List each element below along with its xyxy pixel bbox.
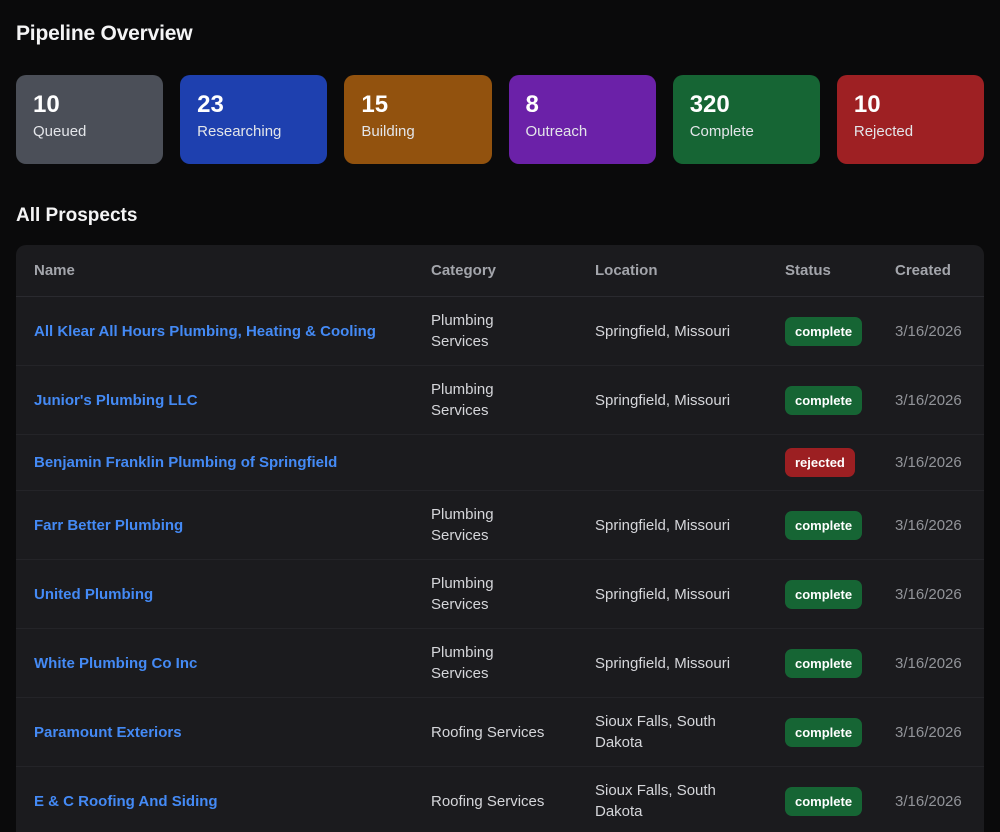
prospect-category: Plumbing Services — [431, 310, 547, 352]
status-badge: rejected — [785, 448, 855, 477]
prospect-created: 3/16/2026 — [895, 653, 966, 674]
stat-value: 15 — [361, 90, 474, 119]
prospect-location: Springfield, Missouri — [595, 321, 745, 342]
status-badge: complete — [785, 787, 862, 816]
prospect-status-cell: complete — [785, 317, 895, 346]
prospect-name-cell: White Plumbing Co Inc — [34, 653, 431, 674]
prospect-created: 3/16/2026 — [895, 791, 966, 812]
prospect-location: Springfield, Missouri — [595, 653, 745, 674]
stat-label: Outreach — [526, 123, 639, 140]
status-badge: complete — [785, 317, 862, 346]
stats-row: 10 Queued 23 Researching 15 Building 8 Outreach… — [16, 75, 984, 164]
prospect-created: 3/16/2026 — [895, 584, 966, 605]
prospect-name-cell: Benjamin Franklin Plumbing of Springfiel… — [34, 452, 431, 473]
prospect-status-cell: complete — [785, 718, 895, 747]
table-row: Farr Better Plumbing Plumbing Services Spr… — [16, 491, 984, 560]
stat-value: 8 — [526, 90, 639, 119]
prospect-created: 3/16/2026 — [895, 321, 966, 342]
prospect-category: Plumbing Services — [431, 504, 547, 546]
prospect-status-cell: complete — [785, 649, 895, 678]
prospect-created: 3/16/2026 — [895, 390, 966, 411]
status-badge: complete — [785, 511, 862, 540]
prospect-category: Roofing Services — [431, 791, 547, 812]
prospect-link[interactable]: E & C Roofing And Siding — [34, 793, 218, 810]
prospect-category: Plumbing Services — [431, 379, 547, 421]
prospects-table: Name Category Location Status Created Al… — [16, 245, 984, 832]
column-header-status: Status — [785, 262, 895, 279]
stat-value: 320 — [690, 90, 803, 119]
prospect-created: 3/16/2026 — [895, 452, 966, 473]
column-header-category: Category — [431, 262, 547, 279]
prospect-category: Plumbing Services — [431, 573, 547, 615]
table-row: Junior's Plumbing LLC Plumbing Services Sp… — [16, 366, 984, 435]
stat-label: Researching — [197, 123, 310, 140]
table-row: White Plumbing Co Inc Plumbing Services Sp… — [16, 629, 984, 698]
prospect-status-cell: complete — [785, 386, 895, 415]
prospect-link[interactable]: Farr Better Plumbing — [34, 517, 183, 534]
stat-value: 10 — [33, 90, 146, 119]
table-row: E & C Roofing And Siding Roofing Services… — [16, 767, 984, 832]
stat-card-rejected: 10 Rejected — [837, 75, 984, 164]
prospect-category: Roofing Services — [431, 722, 547, 743]
prospect-name-cell: All Klear All Hours Plumbing, Heating & … — [34, 321, 431, 342]
status-badge: complete — [785, 718, 862, 747]
prospect-name-cell: Junior's Plumbing LLC — [34, 390, 431, 411]
table-body: All Klear All Hours Plumbing, Heating & … — [16, 297, 984, 832]
prospect-name-cell: Paramount Exteriors — [34, 722, 431, 743]
prospect-link[interactable]: Paramount Exteriors — [34, 724, 182, 741]
prospect-created: 3/16/2026 — [895, 515, 966, 536]
pipeline-page: Pipeline Overview 10Queued23Researching1… — [0, 22, 1000, 832]
prospect-location: Sioux Falls, South Dakota — [595, 711, 745, 753]
status-badge: complete — [785, 649, 862, 678]
stat-value: 10 — [854, 90, 967, 119]
stat-value: 23 — [197, 90, 310, 119]
stat-card-queued: 10 Queued — [16, 75, 163, 164]
prospect-location: Sioux Falls, South Dakota — [595, 780, 745, 822]
table-row: United Plumbing Plumbing Services Springfi… — [16, 560, 984, 629]
column-header-created: Created — [895, 262, 966, 279]
prospect-name-cell: Farr Better Plumbing — [34, 515, 431, 536]
column-header-name: Name — [34, 262, 431, 279]
prospect-location: Springfield, Missouri — [595, 515, 745, 536]
stat-card-researching: 23 Researching — [180, 75, 327, 164]
section-title: All Prospects — [16, 205, 984, 227]
table-header-row: Name Category Location Status Created — [16, 245, 984, 297]
prospect-link[interactable]: Benjamin Franklin Plumbing of Springfiel… — [34, 454, 337, 471]
stat-card-building: 15 Building — [344, 75, 491, 164]
prospect-category: Plumbing Services — [431, 642, 547, 684]
prospect-created: 3/16/2026 — [895, 722, 966, 743]
status-badge: complete — [785, 580, 862, 609]
status-badge: complete — [785, 386, 862, 415]
prospect-link[interactable]: White Plumbing Co Inc — [34, 655, 197, 672]
stat-label: Rejected — [854, 123, 967, 140]
table-row: Benjamin Franklin Plumbing of Springfiel… — [16, 435, 984, 491]
prospect-link[interactable]: All Klear All Hours Plumbing, Heating & … — [34, 323, 376, 340]
prospect-status-cell: complete — [785, 580, 895, 609]
stat-label: Complete — [690, 123, 803, 140]
stat-card-outreach: 8 Outreach — [509, 75, 656, 164]
prospect-status-cell: complete — [785, 787, 895, 816]
prospect-link[interactable]: United Plumbing — [34, 586, 153, 603]
stat-label: Queued — [33, 123, 146, 140]
prospect-status-cell: rejected — [785, 448, 895, 477]
column-header-location: Location — [595, 262, 745, 279]
prospect-location: Springfield, Missouri — [595, 390, 745, 411]
prospect-location: Springfield, Missouri — [595, 584, 745, 605]
prospect-name-cell: E & C Roofing And Siding — [34, 791, 431, 812]
stat-label: Building — [361, 123, 474, 140]
page-title: Pipeline Overview — [16, 22, 984, 46]
prospect-status-cell: complete — [785, 511, 895, 540]
prospect-name-cell: United Plumbing — [34, 584, 431, 605]
table-row: Paramount Exteriors Roofing Services Sioux… — [16, 698, 984, 767]
prospect-link[interactable]: Junior's Plumbing LLC — [34, 392, 198, 409]
table-row: All Klear All Hours Plumbing, Heating & … — [16, 297, 984, 366]
stat-card-complete: 320 Complete — [673, 75, 820, 164]
